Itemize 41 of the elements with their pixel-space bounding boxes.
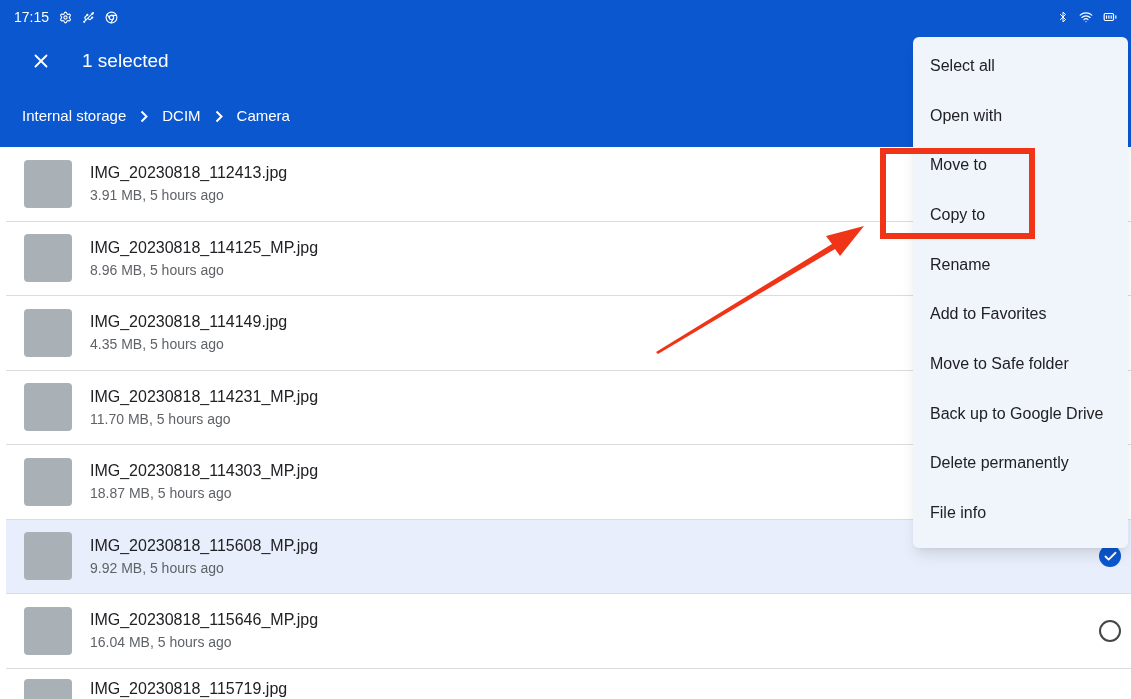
photo-placeholder [24,606,72,655]
file-details: 4.35 MB, 5 hours ago [90,335,224,355]
wifi-icon [1079,10,1093,24]
file-name: IMG_20230818_112413.jpg [90,163,288,184]
gear-icon [59,10,73,24]
menu-item[interactable]: Open with [913,90,1128,141]
menu-item[interactable]: Back up to Google Drive [913,388,1128,439]
file-details: 11.70 MB, 5 hours ago [90,409,231,429]
file-name: IMG_20230818_115646_MP.jpg [90,610,319,631]
file-details: 3.91 MB, 5 hours ago [90,186,224,206]
file-name: IMG_20230818_115719.jpg [90,678,288,699]
menu-item[interactable]: Select all [913,41,1128,91]
bluetooth-icon [1057,11,1069,23]
photo-placeholder [24,383,72,432]
battery-icon [1103,10,1117,24]
file-name: IMG_20230818_114125_MP.jpg [90,237,319,258]
chevron-icon [214,109,223,123]
photo-placeholder [24,308,72,357]
file-name: IMG_20230818_114303_MP.jpg [90,461,319,482]
file-name: IMG_20230818_115608_MP.jpg [90,535,319,556]
usb-icon [82,10,96,24]
selection-title: 1 selected [82,48,169,73]
photo-placeholder [24,159,72,208]
file-details: 16.04 MB, 5 hours ago [90,633,232,653]
photo-placeholder [24,678,72,699]
photo-placeholder [24,457,72,506]
photo-placeholder [24,234,72,283]
chevron-icon [140,109,149,123]
file-details: 8.96 MB, 5 hours ago [90,260,224,280]
menu-item[interactable]: Rename [913,239,1128,290]
breadcrumb[interactable]: Camera [236,104,290,128]
file-name: IMG_20230818_114231_MP.jpg [90,386,319,407]
file-details: 18.87 MB, 5 hours ago [90,484,232,504]
file-details: 9.92 MB, 5 hours ago [90,558,224,578]
breadcrumb[interactable]: DCIM [162,104,201,128]
breadcrumb[interactable]: Internal storage [22,104,127,128]
browser-icon [105,10,119,24]
file-row[interactable]: IMG_20230818_115608_MP.jpg 9.92 MB, 5 hours ago [6,519,1131,594]
file-name: IMG_20230818_114149.jpg [90,312,288,333]
photo-placeholder [24,532,72,581]
status-time: 17:15 [14,7,50,27]
